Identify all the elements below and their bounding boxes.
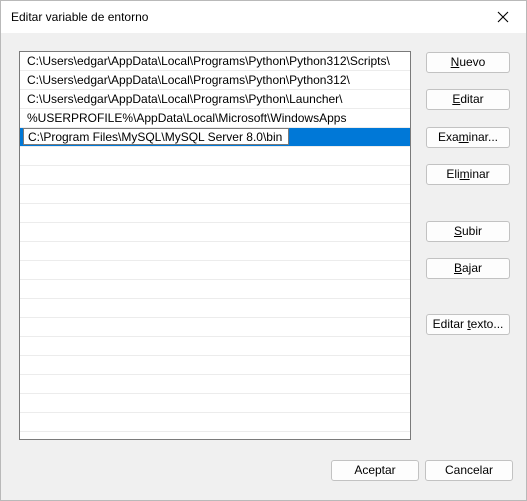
move-up-button-accesskey: S bbox=[453, 224, 462, 238]
empty-list-row[interactable] bbox=[20, 356, 410, 375]
browse-button-label-post: inar... bbox=[468, 130, 499, 144]
edit-text-button-label-pre: Editar bbox=[432, 317, 468, 331]
title-bar: Editar variable de entorno bbox=[1, 1, 526, 33]
browse-button-accesskey: m bbox=[458, 130, 469, 144]
empty-list-row[interactable] bbox=[20, 394, 410, 413]
delete-button-label-post: inar bbox=[469, 167, 490, 181]
browse-button-label-pre: Exa bbox=[437, 130, 459, 144]
edit-button[interactable]: Editar bbox=[426, 89, 510, 110]
empty-list-row[interactable] bbox=[20, 147, 410, 166]
close-icon bbox=[497, 11, 509, 23]
new-button[interactable]: Nuevo bbox=[426, 52, 510, 73]
empty-list-row[interactable] bbox=[20, 261, 410, 280]
list-item-text: C:\Users\edgar\AppData\Local\Programs\Py… bbox=[27, 54, 390, 68]
edit-text-button-label-post: exto... bbox=[470, 317, 504, 331]
new-button-label-post: uevo bbox=[459, 55, 486, 69]
delete-button-accesskey: m bbox=[459, 167, 470, 181]
empty-list-row[interactable] bbox=[20, 318, 410, 337]
empty-list-row[interactable] bbox=[20, 166, 410, 185]
delete-button-label-pre: Eli bbox=[446, 167, 460, 181]
dialog-title: Editar variable de entorno bbox=[11, 10, 149, 24]
empty-list-row[interactable] bbox=[20, 337, 410, 356]
list-item[interactable]: %USERPROFILE%\AppData\Local\Microsoft\Wi… bbox=[20, 109, 410, 128]
list-item[interactable]: C:\Users\edgar\AppData\Local\Programs\Py… bbox=[20, 71, 410, 90]
list-item[interactable]: C:\Users\edgar\AppData\Local\Programs\Py… bbox=[20, 90, 410, 109]
ok-button[interactable]: Aceptar bbox=[331, 460, 419, 481]
edit-text-button[interactable]: Editar texto... bbox=[426, 314, 510, 335]
new-button-accesskey: N bbox=[450, 55, 460, 69]
cancel-button[interactable]: Cancelar bbox=[425, 460, 513, 481]
edit-button-label-post: ditar bbox=[460, 92, 484, 106]
empty-list-row[interactable] bbox=[20, 432, 410, 439]
path-list[interactable]: C:\Users\edgar\AppData\Local\Programs\Py… bbox=[19, 51, 411, 440]
delete-button[interactable]: Eliminar bbox=[426, 164, 510, 185]
empty-list-row[interactable] bbox=[20, 204, 410, 223]
close-button[interactable] bbox=[480, 1, 526, 33]
list-item-text: C:\Users\edgar\AppData\Local\Programs\Py… bbox=[27, 73, 350, 87]
empty-list-row[interactable] bbox=[20, 413, 410, 432]
list-item[interactable]: C:\Users\edgar\AppData\Local\Programs\Py… bbox=[20, 52, 410, 71]
empty-list-row[interactable] bbox=[20, 299, 410, 318]
empty-list-row[interactable] bbox=[20, 375, 410, 394]
move-down-button[interactable]: Bajar bbox=[426, 258, 510, 279]
list-item-text: %USERPROFILE%\AppData\Local\Microsoft\Wi… bbox=[27, 111, 347, 125]
empty-list-row[interactable] bbox=[20, 280, 410, 299]
path-edit-field[interactable] bbox=[23, 128, 289, 145]
empty-list-row[interactable] bbox=[20, 242, 410, 261]
move-up-button[interactable]: Subir bbox=[426, 221, 510, 242]
empty-list-row[interactable] bbox=[20, 223, 410, 242]
list-item-text: C:\Users\edgar\AppData\Local\Programs\Py… bbox=[27, 92, 343, 106]
browse-button[interactable]: Examinar... bbox=[426, 127, 510, 148]
move-up-button-label-post: ubir bbox=[462, 224, 483, 238]
list-item-selected[interactable] bbox=[20, 128, 410, 147]
move-down-button-accesskey: B bbox=[453, 261, 462, 275]
empty-list-row[interactable] bbox=[20, 185, 410, 204]
move-down-button-label-post: ajar bbox=[462, 261, 483, 275]
